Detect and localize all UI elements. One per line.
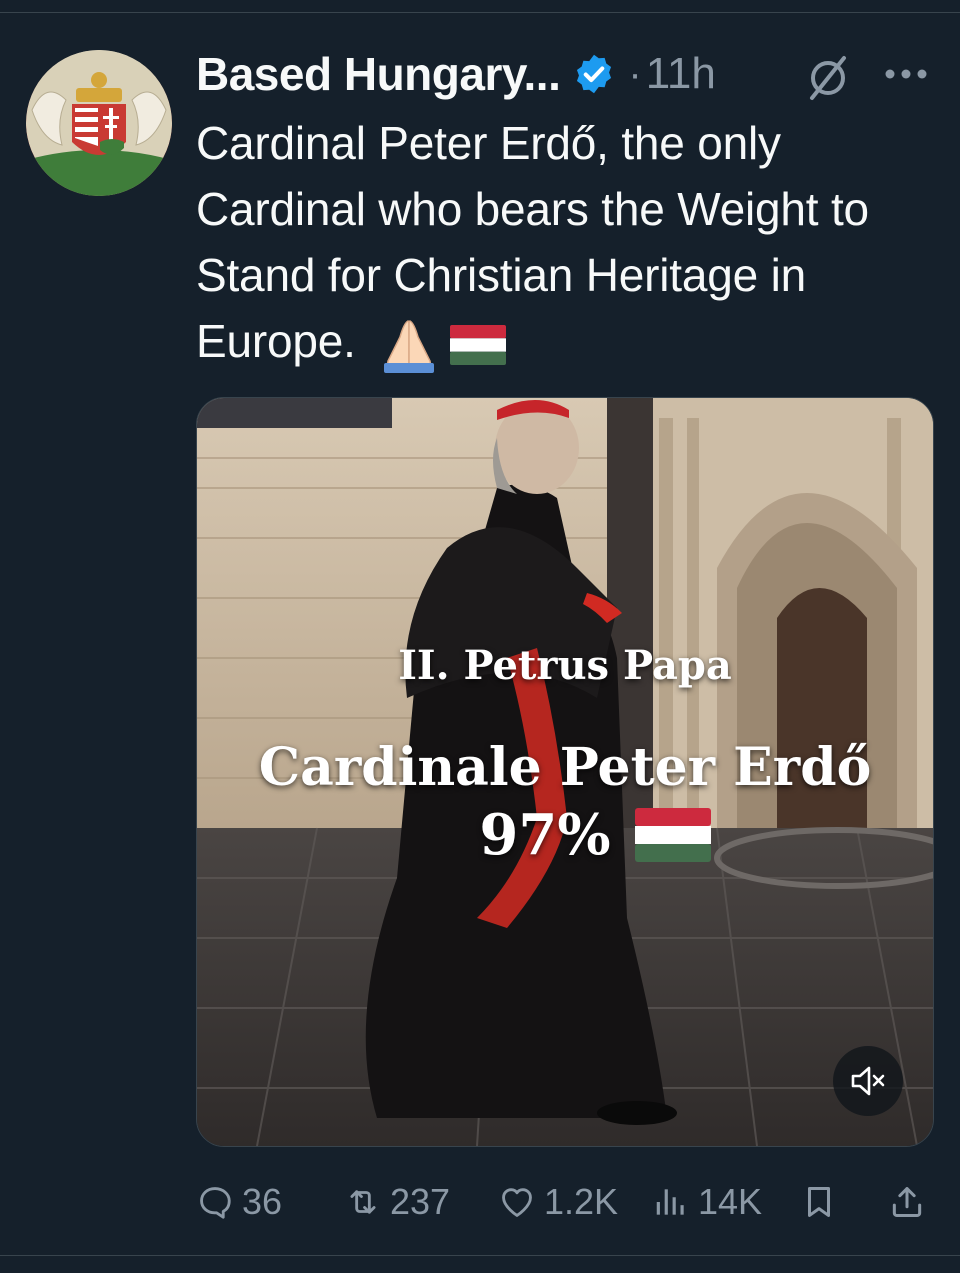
more-options-icon[interactable] bbox=[884, 64, 928, 84]
views-button[interactable]: 14K bbox=[652, 1172, 762, 1232]
tweet-text-block: Cardinal Peter Erdő, the only Cardinal w… bbox=[196, 110, 916, 374]
video-player[interactable]: II. Petrus Papa Cardinale Peter Erdő 97% bbox=[196, 397, 934, 1147]
video-caption-percentage: 97% bbox=[479, 802, 611, 868]
hungarian-coat-of-arms-icon bbox=[26, 50, 172, 196]
reply-count: 36 bbox=[242, 1181, 283, 1222]
grok-icon[interactable] bbox=[804, 54, 852, 102]
top-divider bbox=[0, 12, 960, 13]
repost-button[interactable]: 237 bbox=[344, 1172, 450, 1232]
avatar[interactable] bbox=[26, 50, 172, 196]
heart-icon bbox=[502, 1188, 532, 1217]
tweet-emojis bbox=[378, 317, 507, 373]
reply-button[interactable]: 36 bbox=[196, 1172, 282, 1232]
timestamp[interactable]: 11h bbox=[646, 49, 716, 99]
like-count: 1.2K bbox=[544, 1181, 619, 1222]
bookmark-button[interactable] bbox=[800, 1172, 846, 1232]
share-icon bbox=[892, 1187, 922, 1217]
share-button[interactable] bbox=[888, 1172, 934, 1232]
folded-hands-icon bbox=[384, 320, 435, 373]
tweet-actions: 36 237 1.2K 14K bbox=[196, 1172, 936, 1232]
video-caption-line1: II. Petrus Papa bbox=[398, 642, 732, 689]
tweet-header: Based Hungary... · 11h bbox=[196, 46, 716, 102]
repost-count: 237 bbox=[390, 1181, 451, 1222]
tweet-text: Cardinal Peter Erdő, the only Cardinal w… bbox=[196, 117, 869, 367]
display-name[interactable]: Based Hungary... bbox=[196, 47, 561, 101]
bottom-divider bbox=[0, 1255, 960, 1256]
views-count: 14K bbox=[698, 1181, 763, 1222]
verified-badge-icon[interactable] bbox=[572, 52, 616, 96]
separator-dot: · bbox=[628, 51, 642, 96]
analytics-icon bbox=[656, 1189, 684, 1215]
bookmark-icon bbox=[807, 1187, 831, 1217]
reply-icon bbox=[200, 1187, 231, 1219]
mute-button[interactable] bbox=[833, 1046, 903, 1116]
speaker-muted-icon bbox=[851, 1066, 885, 1096]
video-caption-line2: Cardinale Peter Erdő bbox=[258, 737, 872, 798]
video-caption-line3: 97% bbox=[197, 802, 933, 868]
like-button[interactable]: 1.2K bbox=[498, 1172, 618, 1232]
hungary-flag-icon bbox=[634, 808, 711, 862]
repost-icon bbox=[350, 1190, 376, 1214]
hungary-flag-icon bbox=[450, 324, 507, 365]
